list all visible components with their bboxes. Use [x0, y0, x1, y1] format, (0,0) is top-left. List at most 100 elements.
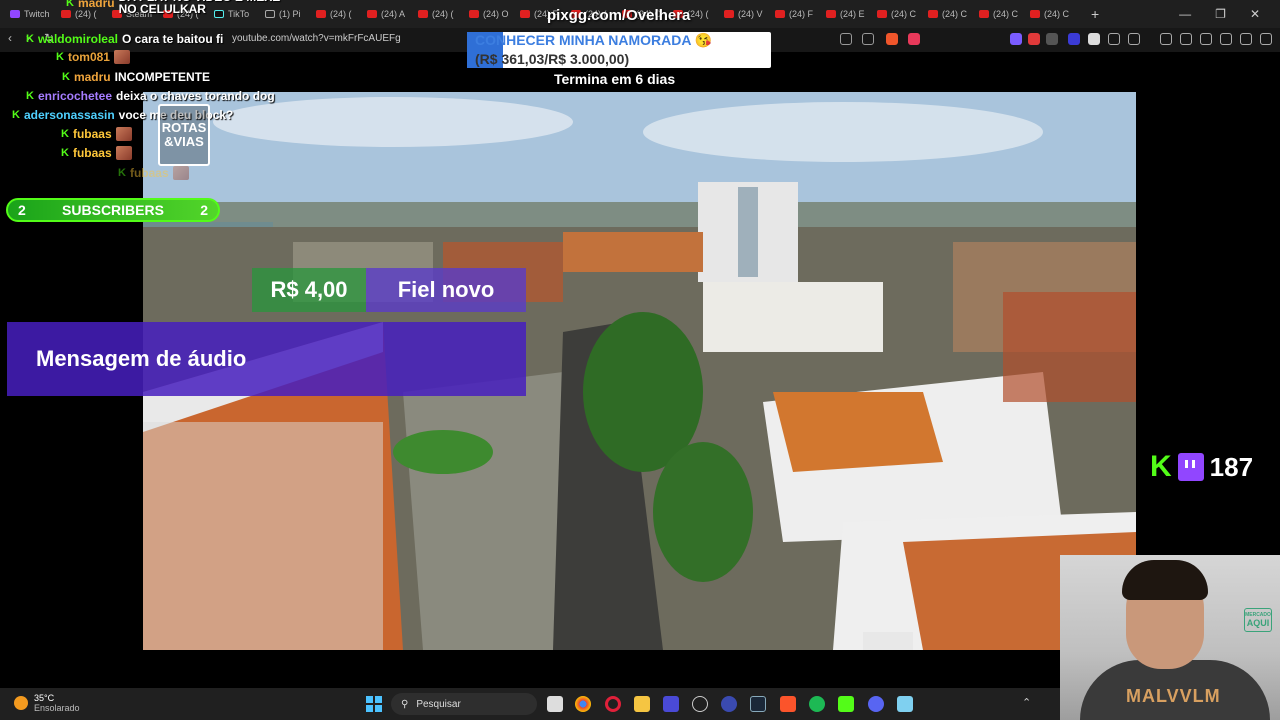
youtube-icon: [775, 10, 785, 18]
chat-username[interactable]: enricochetee: [38, 89, 112, 103]
screen-cast-icon[interactable]: [840, 33, 852, 45]
brave-shield-icon[interactable]: [886, 33, 898, 45]
aqui-badge: MERCADO AQUI: [1244, 608, 1272, 632]
kick-badge-icon: K: [118, 167, 126, 179]
browser-tab[interactable]: (24) C: [924, 3, 975, 25]
subs-label: SUBSCRIBERS: [62, 202, 164, 218]
extension-icon[interactable]: [1068, 33, 1080, 45]
temperature: 35°C: [34, 693, 55, 703]
donation-amount: R$ 4,00: [252, 268, 366, 312]
tab-label: (24) E: [840, 9, 865, 19]
chat-username[interactable]: madru: [74, 70, 111, 84]
chat-username[interactable]: madru: [78, 0, 115, 10]
viewer-count: K 187: [1150, 450, 1253, 484]
tab-label: (24) C: [993, 9, 1019, 19]
twitch-icon: [1177, 453, 1204, 481]
browser-tab[interactable]: (24) A: [363, 3, 414, 25]
chat-username[interactable]: tom081: [68, 50, 110, 64]
tab-label: (24) (: [330, 9, 352, 19]
subscribers-counter: 2 SUBSCRIBERS 2: [6, 198, 220, 222]
chat-username[interactable]: adersonassasin: [24, 108, 115, 122]
extension-icon[interactable]: [1010, 33, 1022, 45]
start-button[interactable]: [366, 696, 382, 712]
brave-rewards-icon[interactable]: [908, 33, 920, 45]
youtube-icon: [826, 10, 836, 18]
weather-desc: Ensolarado: [34, 703, 80, 713]
steam-icon[interactable]: [750, 696, 766, 712]
task-view-icon[interactable]: [547, 696, 563, 712]
sidebar-icon[interactable]: [1180, 33, 1192, 45]
browser-tab[interactable]: (24) F: [771, 3, 822, 25]
extension-icon[interactable]: [1028, 33, 1040, 45]
streamer-hair: [1122, 560, 1208, 600]
minimize-icon[interactable]: —: [1179, 7, 1191, 21]
share-icon[interactable]: [862, 33, 874, 45]
app-icon[interactable]: [692, 696, 708, 712]
browser-tab[interactable]: (24) C: [975, 3, 1026, 25]
tab-label: (24) (: [432, 9, 454, 19]
file-explorer-icon[interactable]: [634, 696, 650, 712]
chat-text: INCOMPETENTE: [114, 70, 210, 84]
donation-name: Fiel novo: [366, 268, 526, 312]
maximize-icon[interactable]: ❐: [1215, 7, 1226, 21]
chat-username[interactable]: fubaas: [130, 166, 169, 180]
chat-message: Kmadru INCOMPETENTE: [62, 68, 210, 86]
youtube-icon: [877, 10, 887, 18]
emote-icon: [172, 166, 189, 180]
browser-tab[interactable]: (24) O: [465, 3, 516, 25]
browser-tab[interactable]: (24) (: [414, 3, 465, 25]
chat-overlay: KmadruDA PLAY NO VIDEO E MEXE NO CELULKA…: [0, 0, 300, 190]
opera-icon[interactable]: [605, 696, 621, 712]
tab-label: (24) C: [891, 9, 917, 19]
chat-username[interactable]: fubaas: [73, 127, 112, 141]
vpn-icon[interactable]: [1240, 33, 1252, 45]
browser-tab[interactable]: (24) E: [822, 3, 873, 25]
notepad-icon[interactable]: [897, 696, 913, 712]
spotify-icon[interactable]: [809, 696, 825, 712]
extension-icon[interactable]: [1046, 33, 1058, 45]
discord-icon[interactable]: [868, 696, 884, 712]
tab-label: (24) C: [942, 9, 968, 19]
browser-tab[interactable]: (24) V: [720, 3, 771, 25]
kick-app-icon[interactable]: [838, 696, 854, 712]
weather-widget[interactable]: 35°C Ensolarado: [14, 693, 80, 713]
browser-tab[interactable]: (24) C: [1026, 3, 1077, 25]
brave-icon[interactable]: [780, 696, 796, 712]
close-icon[interactable]: ✕: [1250, 7, 1260, 21]
leo-ai-icon[interactable]: [1220, 33, 1232, 45]
logo-line1: ROTAS: [161, 120, 207, 135]
new-tab-button[interactable]: +: [1091, 6, 1099, 22]
chat-username[interactable]: waldomiroleal: [38, 32, 118, 46]
media-icon[interactable]: [1160, 33, 1172, 45]
wallet-icon[interactable]: [1200, 33, 1212, 45]
youtube-icon: [520, 10, 530, 18]
taskbar-search[interactable]: ⚲ Pesquisar: [391, 693, 537, 715]
extensions-puzzle-icon[interactable]: [1108, 33, 1120, 45]
chat-message: Kenricochetee deixa o chaves torando dog: [26, 87, 275, 105]
chat-message: Ktom081: [56, 48, 130, 66]
screenshot-icon[interactable]: [1128, 33, 1140, 45]
tab-label: (24) C: [1044, 9, 1070, 19]
browser-tab[interactable]: (24) (: [312, 3, 363, 25]
youtube-icon: [724, 10, 734, 18]
youtube-icon: [418, 10, 428, 18]
emote-icon: [113, 50, 130, 64]
youtube-icon: [367, 10, 377, 18]
shirt-print: MALVVLM: [1126, 686, 1221, 706]
chrome-icon[interactable]: [575, 696, 591, 712]
app-icon[interactable]: [721, 696, 737, 712]
subs-count-right: 2: [200, 202, 208, 218]
donation-message-text: Mensagem de áudio: [36, 346, 247, 371]
youtube-icon: [469, 10, 479, 18]
tray-chevron-icon[interactable]: ⌃: [1022, 696, 1031, 709]
tab-label: (24) O: [483, 9, 509, 19]
goal-ends-text: Termina em 6 dias: [554, 71, 676, 87]
chat-message: Kfubaas: [118, 164, 189, 182]
menu-icon[interactable]: [1260, 33, 1272, 45]
browser-tab[interactable]: (24) C: [873, 3, 924, 25]
extension-icon[interactable]: [1088, 33, 1100, 45]
app-icon[interactable]: [663, 696, 679, 712]
kick-badge-icon: K: [12, 109, 20, 121]
window-controls: — ❐ ✕: [1179, 0, 1280, 28]
chat-username[interactable]: fubaas: [73, 146, 112, 160]
